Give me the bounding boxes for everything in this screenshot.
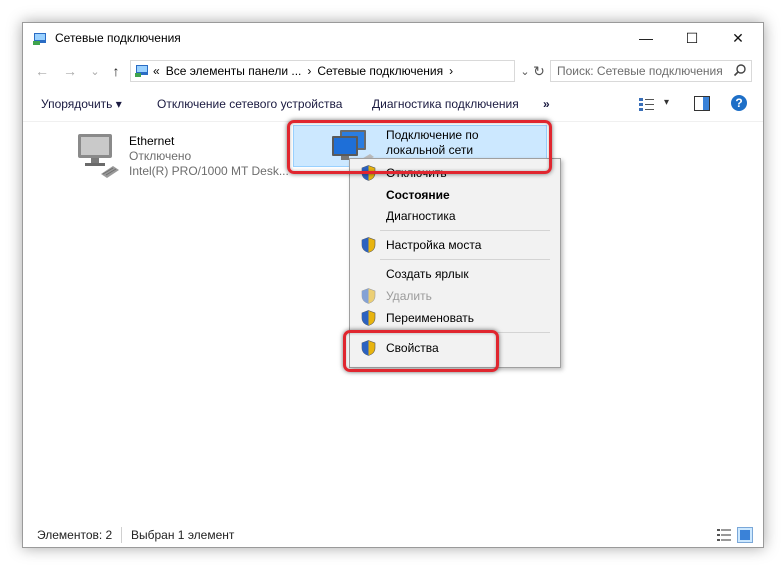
uac-shield-icon — [361, 288, 376, 304]
control-panel-icon — [135, 65, 148, 77]
menu-item-delete-label: Удалить — [386, 289, 432, 303]
menu-item-rename[interactable]: Переименовать — [350, 308, 560, 328]
ethernet-adapter: Intel(R) PRO/1000 MT Desk... — [129, 164, 289, 178]
breadcrumb: « Все элементы панели ... › Сетевые подключ… — [153, 64, 459, 78]
menu-item-create-shortcut[interactable]: Создать ярлык — [350, 264, 560, 284]
search-box[interactable]: Поиск: Сетевые подключения — [550, 60, 752, 82]
item-count: Элементов: 2 — [37, 528, 113, 542]
diagnose-connection-button[interactable]: Диагностика подключения — [372, 97, 519, 111]
selection-count: Выбран 1 элемент — [131, 528, 235, 542]
uac-shield-icon — [361, 310, 376, 326]
menu-item-create-shortcut-label: Создать ярлык — [386, 267, 469, 281]
uac-shield-icon — [361, 237, 376, 253]
status-bar: Элементов: 2 Выбран 1 элемент — [23, 523, 763, 547]
breadcrumb-separator[interactable]: › — [307, 64, 311, 78]
help-icon: ? — [735, 96, 743, 110]
maximize-button[interactable]: ☐ — [669, 23, 715, 53]
ethernet-name: Ethernet — [129, 134, 175, 148]
ethernet-connection-item[interactable]: Ethernet Отключено Intel(R) PRO/1000 MT … — [73, 128, 293, 184]
close-button[interactable]: ✕ — [715, 23, 761, 53]
search-icon — [733, 64, 746, 77]
address-bar-row: ← → ⌄ ↑ « Все элементы панели ... › Сетевые… — [23, 57, 763, 85]
menu-item-bridge[interactable]: Настройка моста — [350, 235, 560, 255]
breadcrumb-all-items[interactable]: Все элементы панели ... — [166, 64, 302, 78]
refresh-button[interactable]: ↻ — [530, 61, 548, 81]
window-title: Сетевые подключения — [55, 31, 181, 45]
disable-device-button[interactable]: Отключение сетевого устройства — [157, 97, 342, 111]
up-button[interactable]: ↑ — [107, 61, 125, 81]
menu-item-status[interactable]: Состояние — [350, 185, 560, 205]
menu-separator — [380, 230, 550, 231]
command-bar: Упорядочить ▾ Отключение сетевого устрой… — [23, 87, 763, 122]
details-view-icon[interactable] — [717, 528, 731, 542]
annotation-highlight-connection — [287, 120, 552, 174]
forward-button[interactable]: → — [61, 61, 79, 81]
organize-button[interactable]: Упорядочить ▾ — [41, 97, 122, 111]
breadcrumb-prefix[interactable]: « — [153, 64, 160, 78]
minimize-button[interactable]: — — [623, 23, 669, 53]
menu-separator — [380, 259, 550, 260]
menu-item-diagnostics[interactable]: Диагностика — [350, 206, 560, 226]
menu-item-bridge-label: Настройка моста — [386, 238, 482, 252]
menu-item-status-label: Состояние — [386, 188, 450, 202]
address-box[interactable]: « Все элементы панели ... › Сетевые подключ… — [130, 60, 515, 82]
more-commands-button[interactable]: » — [543, 97, 550, 111]
annotation-highlight-properties — [343, 330, 499, 372]
menu-item-rename-label: Переименовать — [386, 311, 474, 325]
ethernet-status: Отключено — [129, 149, 192, 163]
recent-locations-button[interactable]: ⌄ — [86, 61, 104, 81]
network-folder-icon — [33, 33, 46, 45]
menu-item-diagnostics-label: Диагностика — [386, 209, 456, 223]
change-view-icon[interactable] — [639, 97, 655, 111]
breadcrumb-network-connections[interactable]: Сетевые подключения — [317, 64, 443, 78]
status-separator — [121, 527, 122, 543]
breadcrumb-separator[interactable]: › — [449, 64, 453, 78]
preview-pane-icon[interactable] — [694, 96, 710, 111]
network-adapter-disabled-icon — [78, 134, 119, 178]
help-button[interactable]: ? — [731, 95, 747, 111]
menu-item-delete[interactable]: Удалить — [350, 286, 560, 306]
view-options-dropdown[interactable]: ▾ — [664, 97, 669, 108]
title-bar[interactable]: Сетевые подключения — ☐ ✕ — [23, 23, 763, 53]
large-icons-view-icon[interactable] — [737, 527, 753, 543]
back-button[interactable]: ← — [33, 61, 51, 81]
search-input[interactable]: Поиск: Сетевые подключения — [557, 64, 723, 78]
